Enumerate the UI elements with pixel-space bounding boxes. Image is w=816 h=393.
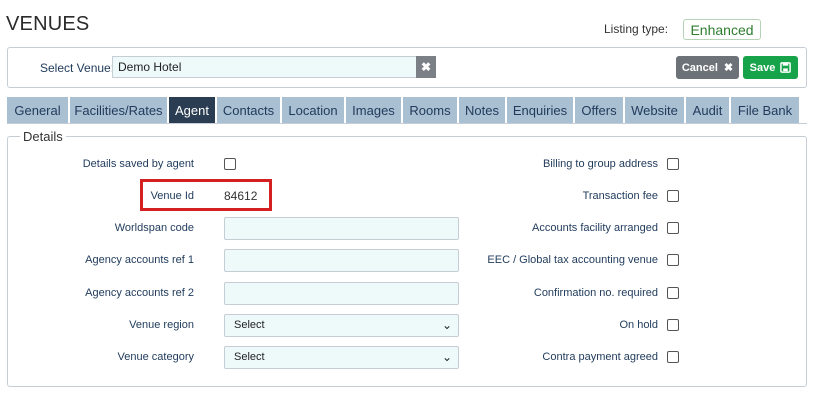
worldspan-code-label: Worldspan code: [114, 222, 194, 234]
cancel-label: Cancel: [681, 61, 718, 74]
listing-type-badge: Enhanced: [683, 19, 761, 40]
venue-category-value: Select: [234, 351, 265, 363]
save-icon: [780, 62, 792, 73]
tab-contacts[interactable]: Contacts: [217, 97, 280, 123]
tab-location[interactable]: Location: [282, 97, 344, 123]
tab-website[interactable]: Website: [625, 97, 684, 123]
venue-id-label: Venue Id: [150, 190, 194, 202]
tab-images[interactable]: Images: [346, 97, 401, 123]
on-hold-checkbox[interactable]: [667, 319, 679, 331]
tab-divider: [7, 123, 807, 124]
tab-enquiries[interactable]: Enquiries: [507, 97, 573, 123]
select-venue-label: Select Venue:: [40, 61, 115, 75]
page-title: VENUES: [6, 13, 90, 35]
transaction-fee-checkbox[interactable]: [667, 190, 679, 202]
accounts-facility-label: Accounts facility arranged: [532, 222, 658, 234]
venue-region-value: Select: [234, 319, 265, 331]
contra-payment-label: Contra payment agreed: [542, 351, 658, 363]
tab-agent[interactable]: Agent: [169, 97, 215, 123]
close-icon: ✖: [723, 62, 734, 74]
tab-facilities-rates[interactable]: Facilities/Rates: [70, 97, 167, 123]
details-legend: Details: [20, 129, 66, 144]
venue-region-label: Venue region: [129, 319, 194, 331]
tab-bar: General Facilities/Rates Agent Contacts …: [7, 97, 801, 123]
accounts-facility-checkbox[interactable]: [667, 222, 679, 234]
details-panel: Details Details saved by agent Venue Id …: [7, 129, 807, 387]
billing-group-label: Billing to group address: [543, 158, 658, 170]
tab-audit[interactable]: Audit: [686, 97, 729, 123]
contra-payment-checkbox[interactable]: [667, 351, 679, 363]
clear-venue-button[interactable]: ✖: [416, 56, 436, 78]
agency-ref-1-label: Agency accounts ref 1: [85, 254, 194, 266]
tab-offers[interactable]: Offers: [575, 97, 623, 123]
venue-category-label: Venue category: [117, 351, 194, 363]
tab-rooms[interactable]: Rooms: [403, 97, 457, 123]
save-label: Save: [749, 61, 776, 74]
saved-by-agent-checkbox[interactable]: [224, 158, 236, 170]
venue-input[interactable]: Demo Hotel: [112, 56, 416, 78]
billing-group-checkbox[interactable]: [667, 158, 679, 170]
listing-type-label: Listing type:: [604, 22, 669, 36]
save-button[interactable]: Save: [743, 56, 798, 79]
close-icon: ✖: [420, 60, 432, 74]
confirmation-required-label: Confirmation no. required: [533, 287, 658, 299]
tab-notes[interactable]: Notes: [459, 97, 505, 123]
tab-file-bank[interactable]: File Bank: [731, 97, 799, 123]
on-hold-label: On hold: [619, 319, 658, 331]
eec-tax-label: EEC / Global tax accounting venue: [487, 254, 658, 266]
agency-ref-2-label: Agency accounts ref 2: [85, 287, 194, 299]
confirmation-required-checkbox[interactable]: [667, 287, 679, 299]
venue-select-bar: Select Venue: Demo Hotel ✖ Cancel ✖ Save: [7, 47, 807, 88]
tab-general[interactable]: General: [7, 97, 68, 123]
eec-tax-checkbox[interactable]: [667, 254, 679, 266]
transaction-fee-label: Transaction fee: [582, 190, 658, 202]
venue-id-value: 84612: [224, 189, 258, 203]
saved-by-agent-label: Details saved by agent: [82, 158, 194, 170]
cancel-button[interactable]: Cancel ✖: [676, 56, 739, 79]
